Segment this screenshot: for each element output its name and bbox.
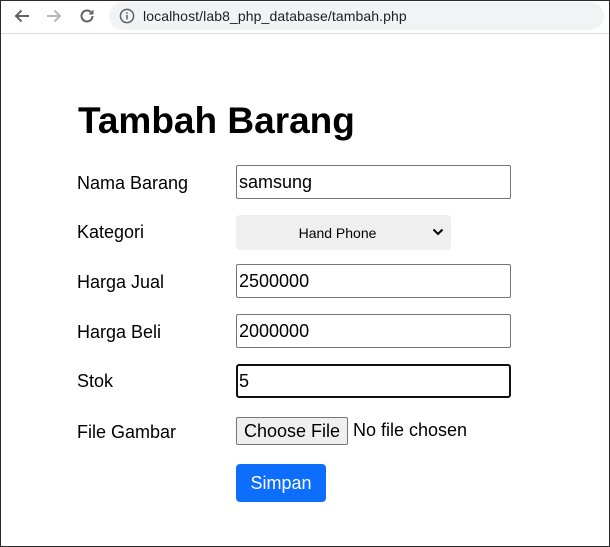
choose-file-button[interactable]: Choose File xyxy=(236,417,348,445)
address-bar[interactable]: localhost/lab8_php_database/tambah.php xyxy=(109,2,604,30)
reload-icon xyxy=(78,7,96,25)
file-gambar-label: File Gambar xyxy=(77,422,177,442)
reload-button[interactable] xyxy=(76,5,98,27)
forward-arrow-icon xyxy=(45,7,63,25)
browser-window: localhost/lab8_php_database/tambah.php T… xyxy=(0,0,610,547)
forward-button[interactable] xyxy=(43,5,65,27)
page-title: Tambah Barang xyxy=(78,100,355,141)
url-text: localhost/lab8_php_database/tambah.php xyxy=(143,8,407,24)
simpan-button[interactable]: Simpan xyxy=(236,464,326,502)
harga-beli-input[interactable] xyxy=(236,314,511,348)
nama-barang-input[interactable] xyxy=(236,165,511,199)
harga-jual-input[interactable] xyxy=(236,264,511,298)
harga-jual-label: Harga Jual xyxy=(77,272,165,292)
kategori-select[interactable]: Hand Phone xyxy=(236,215,451,250)
stok-label: Stok xyxy=(77,371,114,391)
browser-toolbar: localhost/lab8_php_database/tambah.php xyxy=(1,1,609,34)
chevron-down-icon xyxy=(432,227,444,237)
back-arrow-icon xyxy=(13,7,31,25)
file-status-text: No file chosen xyxy=(353,420,468,440)
kategori-selected-value: Hand Phone xyxy=(298,224,377,241)
harga-beli-label: Harga Beli xyxy=(77,322,162,342)
stok-input[interactable] xyxy=(236,364,511,398)
back-button[interactable] xyxy=(11,5,33,27)
kategori-label: Kategori xyxy=(77,222,145,242)
info-circle-icon[interactable] xyxy=(119,8,135,24)
nama-barang-label: Nama Barang xyxy=(77,173,189,193)
